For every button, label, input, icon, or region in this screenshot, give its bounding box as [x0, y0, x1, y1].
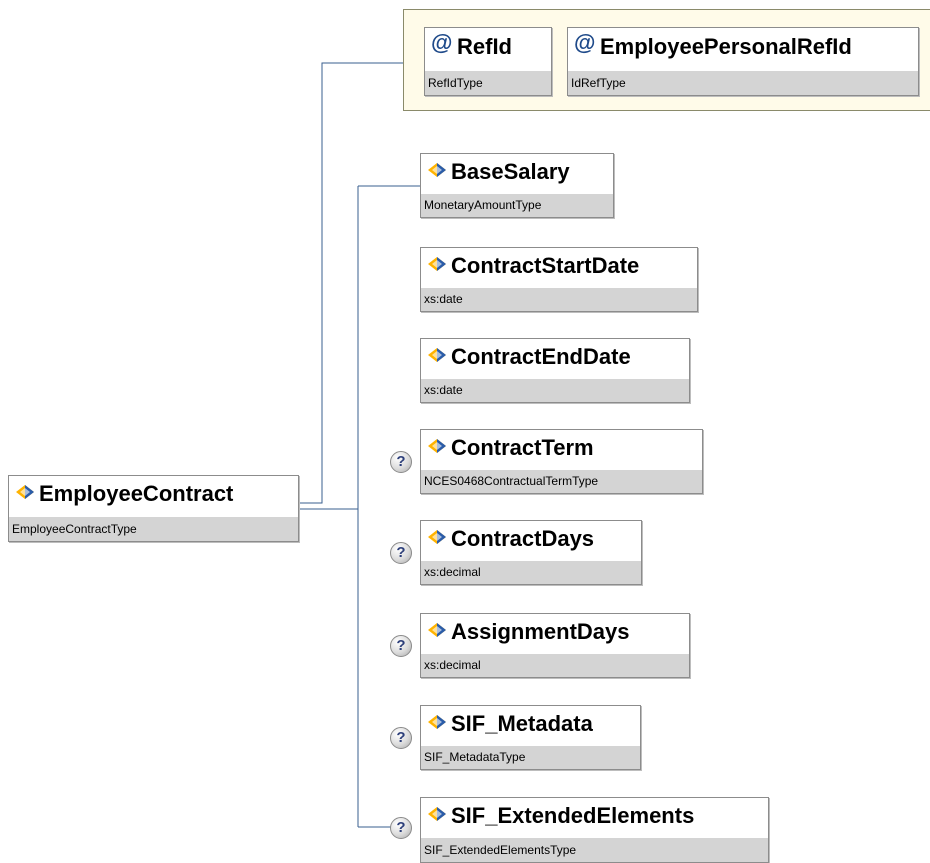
element-sif-metadata[interactable]: SIF_Metadata SIF_MetadataType: [420, 705, 641, 770]
attribute-type: RefIdType: [425, 71, 551, 95]
attribute-name: RefId: [457, 34, 512, 59]
element-name: SIF_Metadata: [451, 711, 593, 736]
element-type: xs:date: [421, 379, 689, 402]
element-name: BaseSalary: [451, 159, 570, 184]
optional-question-icon: ?: [390, 542, 412, 564]
element-icon: [428, 163, 446, 177]
element-contractstartdate[interactable]: ContractStartDate xs:date: [420, 247, 698, 312]
element-type: NCES0468ContractualTermType: [421, 470, 702, 493]
element-icon: [428, 348, 446, 362]
optional-question-icon: ?: [390, 451, 412, 473]
element-icon: [428, 530, 446, 544]
root-element-employeecontract[interactable]: EmployeeContract EmployeeContractType: [8, 475, 299, 542]
element-icon: [428, 623, 446, 637]
element-icon: [428, 257, 446, 271]
element-type: EmployeeContractType: [9, 517, 298, 541]
element-icon: [428, 439, 446, 453]
element-name: ContractDays: [451, 526, 595, 551]
element-contractterm[interactable]: ContractTerm NCES0468ContractualTermType: [420, 429, 703, 494]
element-name: ContractEndDate: [451, 344, 631, 369]
element-contractdays[interactable]: ContractDays xs:decimal: [420, 520, 642, 585]
attribute-employeepersonalrefid[interactable]: @ EmployeePersonalRefId IdRefType: [567, 27, 919, 96]
attribute-at-icon: @: [574, 30, 596, 55]
attribute-at-icon: @: [431, 30, 453, 55]
element-type: SIF_MetadataType: [421, 746, 640, 769]
element-name: EmployeeContract: [39, 481, 234, 506]
element-icon: [428, 715, 446, 729]
element-contractenddate[interactable]: ContractEndDate xs:date: [420, 338, 690, 403]
element-name: SIF_ExtendedElements: [451, 803, 695, 828]
element-type: MonetaryAmountType: [421, 194, 613, 217]
element-type: xs:decimal: [421, 561, 641, 584]
attribute-name: EmployeePersonalRefId: [600, 34, 852, 59]
element-type: xs:decimal: [421, 654, 689, 677]
element-type: SIF_ExtendedElementsType: [421, 838, 768, 862]
element-assignmentdays[interactable]: AssignmentDays xs:decimal: [420, 613, 690, 678]
attribute-type: IdRefType: [568, 71, 918, 95]
element-type: xs:date: [421, 288, 697, 311]
optional-question-icon: ?: [390, 635, 412, 657]
optional-question-icon: ?: [390, 817, 412, 839]
element-name: ContractStartDate: [451, 253, 640, 278]
element-icon: [16, 485, 34, 499]
element-icon: [428, 807, 446, 821]
element-sif-extendedelements[interactable]: SIF_ExtendedElements SIF_ExtendedElement…: [420, 797, 769, 863]
attribute-refid[interactable]: @ RefId RefIdType: [424, 27, 552, 96]
optional-question-icon: ?: [390, 727, 412, 749]
element-basesalary[interactable]: BaseSalary MonetaryAmountType: [420, 153, 614, 218]
element-name: ContractTerm: [451, 435, 594, 460]
element-name: AssignmentDays: [451, 619, 630, 644]
